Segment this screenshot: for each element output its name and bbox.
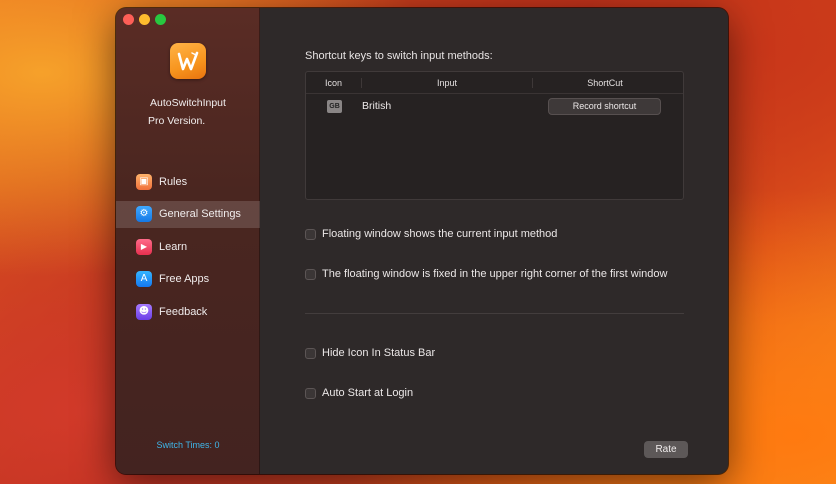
option-floating-window-fixed[interactable]: The floating window is fixed in the uppe… [305, 268, 667, 280]
app-store-icon: A [136, 271, 152, 287]
option-floating-window-shows-input[interactable]: Floating window shows the current input … [305, 228, 557, 240]
option-label: Floating window shows the current input … [322, 228, 558, 240]
sidebar: AutoSwitchInput Pro Version. ▣ Rules ⚙ G… [116, 8, 260, 474]
sidebar-item-feedback[interactable]: ☻ Feedback [116, 298, 260, 325]
app-window: AutoSwitchInput Pro Version. ▣ Rules ⚙ G… [116, 8, 728, 474]
sidebar-item-label: Free Apps [159, 273, 210, 285]
app-logo-icon [170, 43, 206, 79]
app-name: AutoSwitchInput [150, 97, 226, 109]
sidebar-item-label: Rules [159, 175, 188, 188]
table-row[interactable]: GB British Record shortcut [306, 94, 683, 118]
sidebar-item-label: General Settings [159, 208, 241, 220]
play-icon: ▶ [136, 238, 152, 255]
input-method-name: British [362, 100, 392, 112]
close-window-button[interactable] [123, 14, 134, 25]
column-header-input[interactable]: Input [361, 77, 532, 88]
option-label: Hide Icon In Status Bar [322, 347, 436, 359]
app-version: Pro Version. [148, 115, 206, 127]
traffic-lights [123, 14, 166, 25]
general-settings-panel: Shortcut keys to switch input methods: I… [260, 8, 728, 474]
column-header-icon[interactable]: Icon [306, 78, 361, 88]
record-shortcut-button[interactable]: Record shortcut [548, 97, 661, 115]
table-header: Icon Input ShortCut [306, 72, 683, 94]
shortcut-table: Icon Input ShortCut GB British Record sh… [305, 71, 684, 200]
checkbox[interactable] [305, 228, 316, 240]
minimize-window-button[interactable] [139, 14, 150, 25]
checkbox[interactable] [305, 387, 316, 399]
rate-button[interactable]: Rate [644, 441, 688, 458]
column-header-shortcut[interactable]: ShortCut [532, 77, 677, 88]
sidebar-item-label: Feedback [159, 305, 208, 318]
option-auto-start-login[interactable]: Auto Start at Login [305, 387, 413, 399]
sidebar-nav: ▣ Rules ⚙ General Settings ▶ Learn A Fre… [116, 168, 260, 331]
sidebar-item-label: Learn [159, 240, 188, 253]
box-icon: ▣ [136, 173, 152, 190]
option-hide-status-bar-icon[interactable]: Hide Icon In Status Bar [305, 347, 435, 359]
option-label: The floating window is fixed in the uppe… [322, 268, 668, 280]
checkbox[interactable] [305, 347, 316, 359]
sidebar-item-rules[interactable]: ▣ Rules [116, 168, 260, 195]
input-source-flag-icon: GB [327, 99, 342, 113]
option-label: Auto Start at Login [322, 387, 414, 399]
sidebar-item-free-apps[interactable]: A Free Apps [116, 266, 260, 293]
people-icon: ☻ [136, 303, 152, 320]
section-title: Shortcut keys to switch input methods: [305, 50, 493, 62]
sidebar-item-general-settings[interactable]: ⚙ General Settings [116, 200, 260, 228]
divider [305, 313, 684, 314]
switch-times-counter: Switch Times: 0 [156, 440, 220, 450]
maximize-window-button[interactable] [155, 14, 166, 25]
sidebar-item-learn[interactable]: ▶ Learn [116, 233, 260, 260]
gear-icon: ⚙ [136, 206, 152, 222]
checkbox[interactable] [305, 268, 316, 280]
